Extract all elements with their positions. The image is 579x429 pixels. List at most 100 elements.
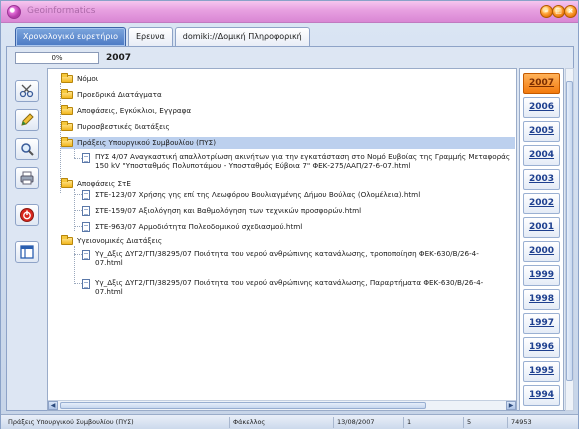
status-date: 13/08/2007	[333, 417, 374, 428]
tree-connector	[74, 226, 82, 227]
horizontal-scrollbar[interactable]: ◀ ▶	[48, 400, 516, 410]
title-bar[interactable]: Geoinformatics – □ ×	[1, 1, 578, 23]
folder-open-icon	[61, 178, 73, 188]
folder-open-icon	[61, 235, 73, 245]
tree-connector	[74, 210, 82, 211]
tree-file-label: ΣΤΕ-963/07 Αρμοδιότητα Πολεοδομικού σχεδ…	[95, 222, 303, 231]
exit-button[interactable]	[15, 204, 39, 226]
tree-file-label: Υγ_Δξις ΔΥΓ2/ΓΠ/38295/07 Ποιότητα του νε…	[95, 278, 484, 296]
year-button-1999[interactable]: 1999	[523, 265, 560, 286]
year-button-2001[interactable]: 2001	[523, 217, 560, 238]
tree-folder-pyrosvestikes[interactable]: Πυροσβεστικές διατάξεις	[61, 121, 170, 133]
folder-open-icon	[61, 137, 73, 147]
tree-connector	[74, 283, 82, 284]
current-year-label: 2007	[106, 53, 132, 63]
year-button-1998[interactable]: 1998	[523, 289, 560, 310]
scroll-right-arrow-icon[interactable]: ▶	[506, 401, 516, 410]
layout-icon	[20, 245, 34, 259]
tree-folder-label: Νόμοι	[77, 74, 99, 83]
close-button[interactable]: ×	[564, 5, 577, 18]
document-icon	[82, 222, 90, 232]
tree-folder-nomoi[interactable]: Νόμοι	[61, 73, 98, 85]
year-button-2000[interactable]: 2000	[523, 241, 560, 262]
tree-file-label: ΣΤΕ-159/07 Αξιολόγηση και Βαθμολόγηση τω…	[95, 206, 362, 215]
tree-file-ste-3[interactable]: ΣΤΕ-963/07 Αρμοδιότητα Πολεοδομικού σχεδ…	[82, 221, 302, 233]
scissors-icon	[19, 84, 34, 98]
search-icon	[21, 143, 34, 156]
vertical-scroll-thumb[interactable]	[566, 81, 573, 381]
tab-domiki[interactable]: domiki://Δομική Πληροφορική	[174, 27, 310, 46]
print-button[interactable]	[15, 167, 39, 189]
tree-file-pys-1[interactable]: ΠΥΣ 4/07 Αναγκαστική απαλλοτρίωση ακινήτ…	[82, 152, 516, 174]
folder-icon	[61, 89, 73, 99]
app-window: Geoinformatics – □ × Χρονολογικό ευρετήρ…	[0, 0, 579, 429]
tab-strip: Χρονολογικό ευρετήριο Ερευνα domiki://Δο…	[15, 27, 312, 46]
tree-file-yg-1[interactable]: Υγ_Δξις ΔΥΓ2/ΓΠ/38295/07 Ποιότητα του νε…	[82, 249, 500, 271]
year-button-2004[interactable]: 2004	[523, 145, 560, 166]
document-tree[interactable]: Νόμοι Προεδρικά Διατάγματα Αποφάσεις, Εγ…	[47, 68, 517, 411]
tree-folder-apofaseis[interactable]: Αποφάσεις, Εγκύκλιοι, Εγγραφα	[61, 105, 191, 117]
tree-file-label: ΣΤΕ-123/07 Χρήσης γης επί της Λεωφόρου Β…	[95, 190, 421, 199]
year-button-2006[interactable]: 2006	[523, 97, 560, 118]
status-bar: Πράξεις Υπουργικού Συμβουλίου (ΠΥΣ) Φάκε…	[1, 414, 578, 429]
horizontal-scroll-thumb[interactable]	[60, 402, 426, 409]
folder-icon	[61, 105, 73, 115]
edit-button[interactable]	[15, 109, 39, 131]
progress-label: 0%	[51, 54, 63, 62]
year-list-scrollbar[interactable]	[565, 68, 574, 411]
tree-connector	[74, 194, 82, 195]
status-size: 74953	[507, 417, 532, 428]
tree-folder-label: Πυροσβεστικές διατάξεις	[77, 122, 170, 131]
tree-folder-pys[interactable]: Πράξεις Υπουργικού Συμβουλίου (ΠΥΣ)	[61, 137, 515, 149]
content-panel: 0% 2007 Νόμοι Προεδρικά Διατάγματα Αποφά…	[6, 46, 574, 411]
printer-icon	[20, 171, 34, 185]
year-button-1997[interactable]: 1997	[523, 313, 560, 334]
progress-bar: 0%	[15, 52, 99, 64]
tree-folder-label: Προεδρικά Διατάγματα	[77, 90, 162, 99]
document-icon	[82, 206, 90, 216]
year-button-2002[interactable]: 2002	[523, 193, 560, 214]
power-icon	[20, 208, 34, 222]
window-title: Geoinformatics	[27, 6, 96, 16]
cut-button[interactable]	[15, 80, 39, 102]
tab-chronological-index[interactable]: Χρονολογικό ευρετήριο	[15, 27, 126, 46]
tree-connector	[74, 158, 82, 159]
tree-folder-label: Πράξεις Υπουργικού Συμβουλίου (ΠΥΣ)	[77, 138, 217, 147]
document-icon	[82, 279, 90, 289]
folder-icon	[61, 73, 73, 83]
status-count-1: 1	[403, 417, 411, 428]
tree-folder-proedrika[interactable]: Προεδρικά Διατάγματα	[61, 89, 162, 101]
tree-connector	[74, 254, 82, 255]
document-icon	[82, 250, 90, 260]
status-type: Φάκελλος	[229, 417, 265, 428]
tree-file-ste-2[interactable]: ΣΤΕ-159/07 Αξιολόγηση και Βαθμολόγηση τω…	[82, 205, 361, 217]
tree-file-label: Υγ_Δξις ΔΥΓ2/ΓΠ/38295/07 Ποιότητα του νε…	[95, 249, 479, 267]
document-icon	[82, 153, 90, 163]
tree-folder-label: Αποφάσεις, Εγκύκλιοι, Εγγραφα	[77, 106, 192, 115]
year-list: 2007 2006 2005 2004 2003 2002 2001 2000 …	[519, 68, 564, 411]
year-button-1994[interactable]: 1994	[523, 385, 560, 406]
tree-folder-label: Αποφάσεις ΣτΕ	[77, 179, 131, 188]
status-path: Πράξεις Υπουργικού Συμβουλίου (ΠΥΣ)	[8, 418, 134, 426]
year-button-2007[interactable]: 2007	[523, 73, 560, 94]
tree-file-yg-2[interactable]: Υγ_Δξις ΔΥΓ2/ΓΠ/38295/07 Ποιότητα του νε…	[82, 278, 500, 300]
year-button-2005[interactable]: 2005	[523, 121, 560, 142]
tree-folder-label: Υγειονομικές Διατάξεις	[77, 236, 163, 245]
status-count-2: 5	[463, 417, 471, 428]
search-button[interactable]	[15, 138, 39, 160]
edit-icon	[21, 113, 34, 126]
app-logo-icon	[7, 5, 21, 19]
tab-search[interactable]: Ερευνα	[127, 27, 173, 46]
tree-file-label: ΠΥΣ 4/07 Αναγκαστική απαλλοτρίωση ακινήτ…	[95, 152, 511, 170]
year-button-1995[interactable]: 1995	[523, 361, 560, 382]
year-button-2003[interactable]: 2003	[523, 169, 560, 190]
folder-icon	[61, 121, 73, 131]
tree-folder-ygeionomikes[interactable]: Υγειονομικές Διατάξεις	[61, 235, 162, 247]
document-icon	[82, 190, 90, 200]
tree-connector	[74, 149, 75, 158]
layout-button[interactable]	[15, 241, 39, 263]
year-button-1996[interactable]: 1996	[523, 337, 560, 358]
tree-connector	[74, 246, 75, 284]
tree-file-ste-1[interactable]: ΣΤΕ-123/07 Χρήσης γης επί της Λεωφόρου Β…	[82, 189, 420, 201]
scroll-left-arrow-icon[interactable]: ◀	[48, 401, 58, 410]
